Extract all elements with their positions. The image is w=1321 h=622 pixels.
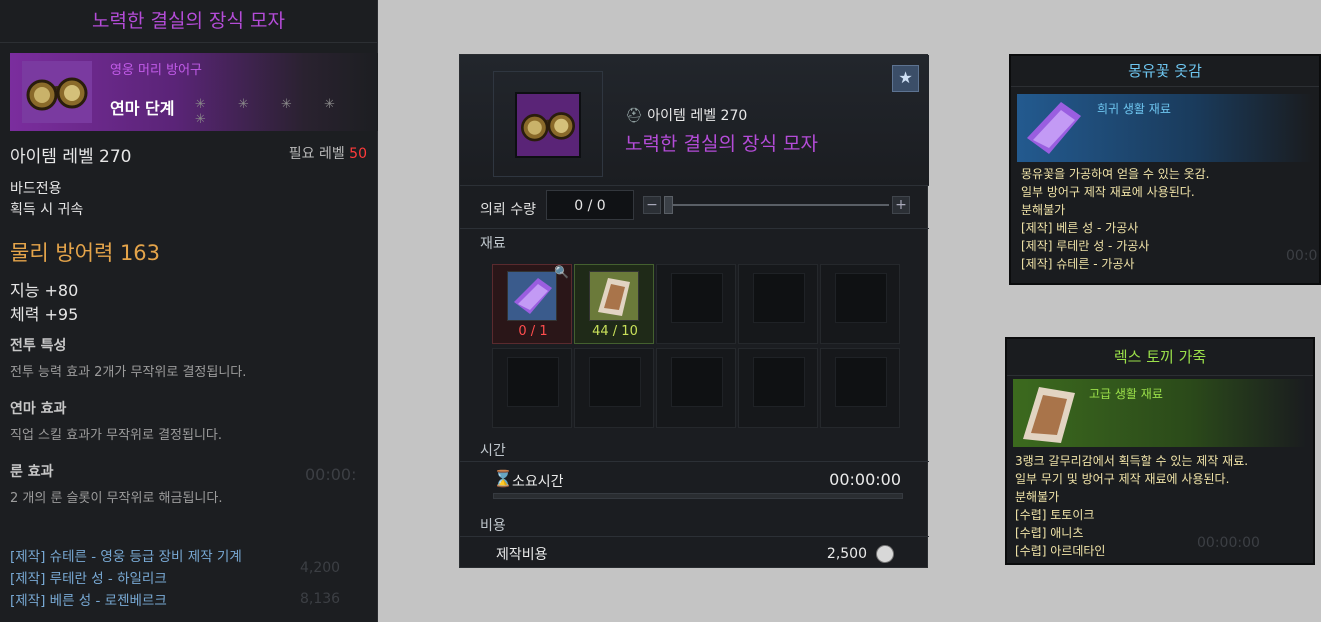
craft-panel: ★ ⛑ 아이템 레벨 270 노력한 결실의 장식 모자 의뢰 수량 0 / 0…	[459, 54, 929, 568]
item-level: 아이템 레벨 270	[10, 147, 132, 167]
material-title: 렉스 토끼 가죽	[1007, 339, 1313, 376]
background-timer: 00:00:00	[1197, 535, 1260, 551]
stat-int: 지능 +80	[10, 281, 79, 300]
duration-label: 소요시간	[512, 474, 564, 490]
required-level: 필요 레벨 50	[289, 143, 367, 163]
hone-stars: ✳ ✳ ✳ ✳ ✳	[195, 97, 349, 127]
divider	[460, 461, 929, 462]
craft-link-1[interactable]: [제작] 슈테른 - 영웅 등급 장비 제작 기계	[10, 545, 242, 565]
required-level-label: 필요 레벨	[288, 146, 345, 162]
time-label: 시간	[480, 443, 506, 459]
cloth-icon	[507, 271, 557, 321]
quantity-plus-button[interactable]: +	[892, 196, 910, 214]
material-tooltip-cloth: 몽유꽃 옷감 희귀 생활 재료 몽유꽃을 가공하여 얻을 수 있는 옷감. 일부…	[1009, 54, 1321, 285]
cost-value: 2,500	[826, 546, 867, 562]
search-icon[interactable]: 🔍	[554, 265, 569, 279]
quantity-slider-track[interactable]	[665, 204, 889, 206]
result-slot-frame	[493, 71, 603, 177]
quantity-slider-handle[interactable]	[664, 196, 673, 214]
cost-name: 제작비용	[496, 547, 548, 563]
combat-desc: 전투 능력 효과 2개가 무작위로 결정됩니다.	[10, 365, 247, 380]
tooltip-title: 노력한 결실의 장식 모자	[0, 0, 377, 43]
material-slot-empty	[820, 348, 900, 428]
helmet-icon: ⛑	[625, 108, 643, 124]
craft-link-2[interactable]: [제작] 루테란 성 - 하일리크	[10, 567, 167, 587]
background-number-2: 8,136	[300, 591, 341, 607]
quantity-input[interactable]: 0 / 0	[546, 190, 634, 220]
cloth-icon	[1027, 102, 1081, 154]
material-desc-1: 3랭크 갈무리감에서 획득할 수 있는 제작 재료.	[1015, 454, 1249, 468]
item-grade: 영웅 머리 방어구	[110, 63, 202, 78]
duration-value: 00:00:00	[829, 470, 901, 489]
hone-stage: 연마 단계	[110, 99, 175, 118]
background-timer: 00:0	[1286, 248, 1318, 264]
material-1-count: 0 / 1	[518, 324, 548, 339]
material-slot-empty	[738, 348, 818, 428]
cost-label: 비용	[480, 518, 506, 534]
fur-icon	[589, 271, 639, 321]
material-slot-empty	[656, 264, 736, 344]
material-tooltip-fur: 렉스 토끼 가죽 고급 생활 재료 3랭크 갈무리감에서 획득할 수 있는 제작…	[1005, 337, 1315, 565]
quantity-label: 의뢰 수량	[480, 202, 536, 218]
craft-item-name: 노력한 결실의 장식 모자	[625, 133, 818, 155]
goggles-icon	[520, 112, 576, 142]
hone-effect-title: 연마 효과	[10, 401, 67, 417]
combat-title: 전투 특성	[10, 338, 67, 354]
source-3[interactable]: [수렵] 아르데타인	[1015, 543, 1105, 560]
bind-info: 획득 시 귀속	[10, 202, 84, 218]
craft-progress-bar	[493, 493, 903, 499]
material-slot-2[interactable]: 44 / 10	[574, 264, 654, 344]
no-disassemble: 분해불가	[1015, 490, 1060, 504]
material-desc-2: 일부 무기 및 방어구 제작 재료에 사용된다.	[1015, 472, 1230, 486]
defense-stat: 물리 방어력 163	[10, 241, 161, 265]
material-slot-empty	[492, 348, 572, 428]
result-item-slot[interactable]	[515, 92, 581, 158]
material-slot-1[interactable]: 🔍 0 / 1	[492, 264, 572, 344]
hourglass-icon: ⌛	[493, 469, 513, 488]
material-slot-empty	[738, 264, 818, 344]
source-1[interactable]: [수렵] 토토이크	[1015, 507, 1094, 524]
craft-link-3[interactable]: [제작] 베른 성 - 로젠베르크	[10, 589, 167, 609]
material-type: 고급 생활 재료	[1089, 387, 1163, 401]
source-2[interactable]: [수렵] 애니츠	[1015, 525, 1083, 542]
tooltip-banner: 영웅 머리 방어구 연마 단계 ✳ ✳ ✳ ✳ ✳	[10, 53, 378, 131]
craft-item-level-text: 아이템 레벨 270	[647, 108, 748, 124]
background-timer: 00:00:	[305, 465, 357, 484]
item-tooltip: 노력한 결실의 장식 모자 영웅 머리 방어구 연마 단계 ✳ ✳ ✳ ✳ ✳ …	[0, 0, 378, 622]
material-slot-empty	[656, 348, 736, 428]
material-banner: 고급 생활 재료	[1013, 379, 1307, 447]
quantity-minus-button[interactable]: −	[643, 196, 661, 214]
favorite-star-icon[interactable]: ★	[892, 65, 919, 92]
rune-title: 룬 효과	[10, 464, 54, 480]
stat-vit: 체력 +95	[10, 305, 79, 324]
materials-label: 재료	[480, 236, 506, 252]
silver-coin-icon	[876, 545, 894, 563]
material-type: 희귀 생활 재료	[1097, 102, 1171, 116]
source-3[interactable]: [제작] 슈테른 - 가공사	[1021, 256, 1134, 273]
divider	[460, 228, 929, 229]
material-desc-1: 몽유꽃을 가공하여 얻을 수 있는 옷감.	[1021, 167, 1210, 181]
rune-desc: 2 개의 룬 슬롯이 무작위로 해금됩니다.	[10, 491, 223, 506]
background-number-1: 4,200	[300, 560, 341, 576]
goggles-icon	[22, 61, 92, 123]
material-2-count: 44 / 10	[592, 324, 638, 339]
required-level-value: 50	[349, 146, 367, 162]
material-banner: 희귀 생활 재료	[1017, 94, 1313, 162]
material-title: 몽유꽃 옷감	[1011, 56, 1319, 87]
fur-icon	[1023, 387, 1075, 443]
craft-item-level: ⛑ 아이템 레벨 270	[625, 105, 747, 125]
material-slot-empty	[820, 264, 900, 344]
source-1[interactable]: [제작] 베른 성 - 가공사	[1021, 220, 1138, 237]
material-slot-empty	[574, 348, 654, 428]
class-only: 바드전용	[10, 181, 62, 197]
source-2[interactable]: [제작] 루테란 성 - 가공사	[1021, 238, 1149, 255]
divider	[460, 185, 929, 186]
hone-effect-desc: 직업 스킬 효과가 무작위로 결정됩니다.	[10, 428, 223, 443]
craft-header: ★ ⛑ 아이템 레벨 270 노력한 결실의 장식 모자	[460, 55, 929, 185]
material-desc-2: 일부 방어구 제작 재료에 사용된다.	[1021, 185, 1195, 199]
no-disassemble: 분해불가	[1021, 203, 1066, 217]
divider	[460, 536, 929, 537]
